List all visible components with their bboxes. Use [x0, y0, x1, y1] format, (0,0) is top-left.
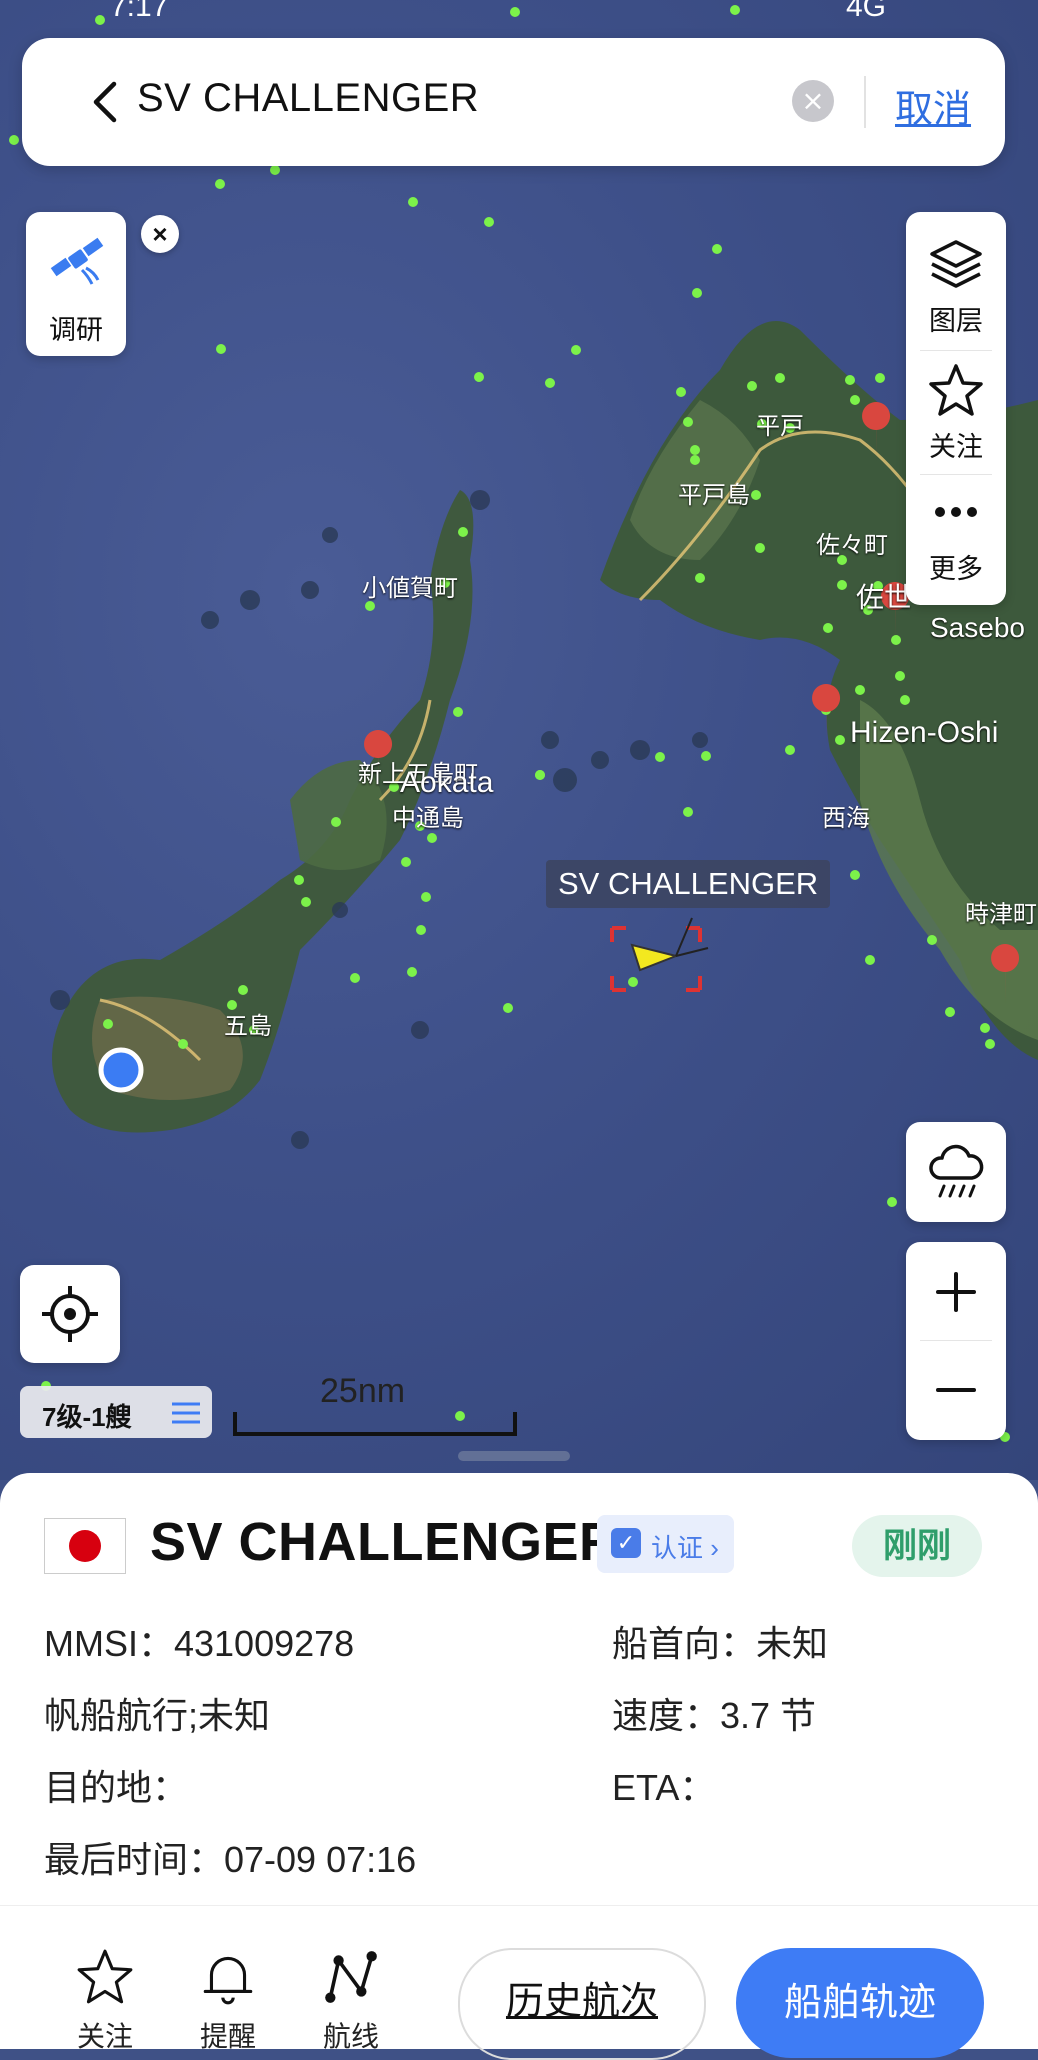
speed-field: 速度：3.7 节 — [612, 1695, 817, 1736]
separator — [920, 350, 992, 351]
more-label: 更多 — [929, 554, 983, 584]
route-label: 航线 — [322, 2021, 379, 2052]
more-button[interactable]: 更多 — [906, 482, 1006, 586]
survey-label: 调研 — [49, 315, 103, 345]
vessel-track-button[interactable]: 船舶轨迹 — [736, 1948, 984, 2058]
updated-badge: 刚刚 — [852, 1515, 982, 1577]
route-button[interactable]: 航线 — [306, 1946, 396, 2055]
more-dots-icon — [935, 507, 977, 517]
remind-label: 提醒 — [199, 2021, 256, 2052]
follow-map-button[interactable]: 关注 — [906, 360, 1006, 464]
place-label: 中通島 — [392, 805, 464, 832]
satellite-icon — [50, 237, 104, 285]
verify-badge[interactable]: ✓ 认证 › — [597, 1515, 734, 1573]
place-label: 時津町 — [965, 901, 1037, 928]
layers-label: 图层 — [929, 306, 983, 336]
eta-field: ETA： — [612, 1767, 716, 1808]
follow-button[interactable]: 关注 — [60, 1946, 150, 2055]
list-icon — [172, 1402, 200, 1424]
separator — [920, 474, 992, 475]
locate-button[interactable] — [20, 1265, 120, 1363]
place-label: 平戸 — [756, 413, 804, 440]
map-tools-panel: 图层 关注 更多 — [906, 212, 1006, 605]
history-voyage-button[interactable]: 历史航次 — [458, 1948, 706, 2060]
follow-label: 关注 — [929, 432, 983, 462]
place-label: 五島 — [224, 1013, 272, 1040]
close-icon[interactable]: × — [141, 215, 179, 253]
flag-icon — [44, 1518, 126, 1574]
zoom-in-icon[interactable] — [934, 1270, 978, 1314]
search-bar: SV CHALLENGER × 取消 — [22, 38, 1005, 166]
follow-label: 关注 — [76, 2021, 133, 2052]
back-arrow-icon[interactable] — [74, 72, 134, 132]
ship-map-label[interactable]: SV CHALLENGER — [546, 860, 831, 908]
check-icon: ✓ — [611, 1528, 641, 1558]
destination-field: 目的地： — [44, 1767, 189, 1808]
separator — [920, 1340, 992, 1341]
place-label: Sasebo — [930, 612, 1025, 643]
zoom-control — [906, 1242, 1006, 1440]
search-input[interactable]: SV CHALLENGER — [137, 76, 479, 121]
last-time-field: 最后时间：07-09 07:16 — [44, 1839, 417, 1880]
place-label: Hizen-Oshi — [850, 716, 999, 749]
star-icon — [77, 1949, 133, 2004]
bottom-action-bar: 关注 提醒 航线 历史航次 船舶轨迹 — [0, 1905, 1038, 2060]
scale-label: 25nm — [320, 1372, 406, 1410]
place-label: 佐世 — [856, 582, 913, 613]
survey-button[interactable]: 调研 — [26, 212, 126, 356]
status-network: 4G — [846, 0, 887, 23]
rain-cloud-icon — [929, 1144, 984, 1198]
place-label: Aokata — [400, 766, 494, 799]
remind-button[interactable]: 提醒 — [183, 1946, 273, 2055]
vessel-name: SV CHALLENGER — [150, 1512, 619, 1572]
bell-icon — [203, 1956, 253, 2005]
zoom-level-label: 7级-1艘 — [42, 1402, 132, 1432]
heading-field: 船首向：未知 — [612, 1623, 829, 1664]
divider — [864, 76, 866, 128]
clear-icon[interactable]: × — [792, 80, 834, 122]
nav-status-field: 帆船航行;未知 — [44, 1695, 271, 1736]
cancel-button[interactable]: 取消 — [895, 78, 971, 133]
place-label: 小値賀町 — [362, 575, 458, 602]
mmsi-field: MMSI：431009278 — [44, 1623, 355, 1664]
verify-label: 认证 › — [651, 1533, 719, 1563]
zoom-level-badge[interactable]: 7级-1艘 — [20, 1386, 212, 1438]
star-icon — [929, 364, 983, 416]
place-label: 西海 — [822, 805, 870, 832]
route-icon — [325, 1951, 377, 2003]
place-label: 平戸島 — [678, 482, 750, 509]
scale-bar — [233, 1412, 517, 1436]
weather-button[interactable] — [906, 1122, 1006, 1222]
layers-button[interactable]: 图层 — [906, 234, 1006, 338]
place-label: 佐々町 — [816, 532, 888, 559]
layers-icon — [930, 240, 982, 288]
status-time: 7:17 — [110, 0, 169, 23]
zoom-out-icon[interactable] — [934, 1368, 978, 1412]
sheet-drag-handle[interactable] — [458, 1451, 570, 1461]
crosshair-icon — [42, 1286, 98, 1342]
